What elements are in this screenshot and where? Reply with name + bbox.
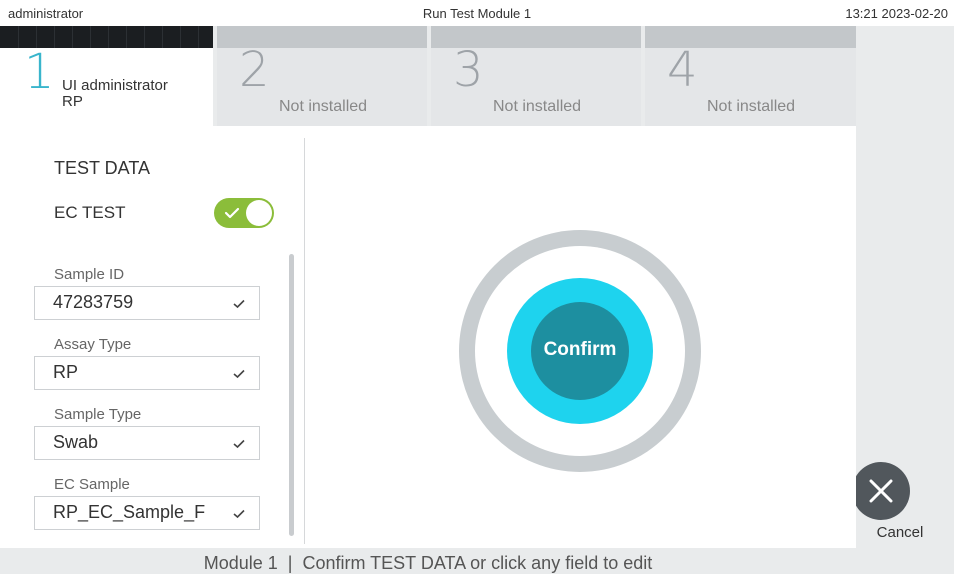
sample-id-value: 47283759 xyxy=(53,292,134,312)
instruction-bar: Module 1 | Confirm TEST DATA or click an… xyxy=(0,548,954,574)
tab-number: 1 xyxy=(24,44,55,100)
ec-test-label: EC TEST xyxy=(54,203,126,222)
assay-type-field[interactable]: RP xyxy=(34,356,260,390)
ec-sample-label: EC Sample xyxy=(54,476,130,493)
assay-type-value: RP xyxy=(53,362,79,382)
tab-number: 2 xyxy=(239,42,270,98)
clock: 13:21 2023-02-20 xyxy=(845,6,948,21)
cancel-button[interactable] xyxy=(852,462,910,520)
check-icon xyxy=(233,299,245,309)
confirm-button[interactable]: Confirm xyxy=(531,302,629,400)
check-icon xyxy=(233,369,245,379)
tab-module-1[interactable]: 1 UI administrator RP xyxy=(0,26,213,126)
check-icon xyxy=(233,509,245,519)
toggle-knob xyxy=(246,200,272,226)
tab-status-label: Not installed xyxy=(493,98,582,115)
scrollbar[interactable] xyxy=(289,254,294,536)
sample-type-field[interactable]: Swab xyxy=(34,426,260,460)
instruction-text: Module 1 | Confirm TEST DATA or click an… xyxy=(203,553,653,573)
ec-sample-value: RP_EC_Sample_F xyxy=(53,502,206,522)
sample-type-value: Swab xyxy=(53,432,99,452)
tab-module-3[interactable]: 3 Not installed xyxy=(431,26,641,126)
module-tabs: 1 UI administrator RP 2 Not installed 3 … xyxy=(0,26,856,126)
sample-id-label: Sample ID xyxy=(54,266,125,283)
tab-status-label: Not installed xyxy=(279,98,368,115)
assay-type-label: Assay Type xyxy=(54,336,132,353)
tab-user-label: UI administrator xyxy=(62,77,168,94)
sample-id-field[interactable]: 47283759 xyxy=(34,286,260,320)
ec-sample-field[interactable]: RP_EC_Sample_F xyxy=(34,496,260,530)
tab-number: 4 xyxy=(667,42,698,98)
check-icon xyxy=(233,439,245,449)
cancel-label[interactable]: Cancel xyxy=(862,524,938,541)
section-title: TEST DATA xyxy=(54,158,151,178)
tab-module-2[interactable]: 2 Not installed xyxy=(217,26,427,126)
tab-number: 3 xyxy=(453,42,484,98)
tab-module-4[interactable]: 4 Not installed xyxy=(645,26,856,126)
ec-test-toggle[interactable] xyxy=(214,198,274,228)
check-icon xyxy=(224,207,240,219)
main-panel: TEST DATA EC TEST Sample ID 47283759 Ass… xyxy=(0,126,856,548)
close-icon xyxy=(869,479,893,503)
confirm-label: Confirm xyxy=(543,339,617,360)
tab-assay-label: RP xyxy=(62,93,83,110)
top-status-bar: administrator Run Test Module 1 13:21 20… xyxy=(0,0,954,26)
divider xyxy=(304,138,305,544)
window-title: Run Test Module 1 xyxy=(422,6,532,21)
tab-status-label: Not installed xyxy=(707,98,796,115)
sample-type-label: Sample Type xyxy=(54,406,142,423)
